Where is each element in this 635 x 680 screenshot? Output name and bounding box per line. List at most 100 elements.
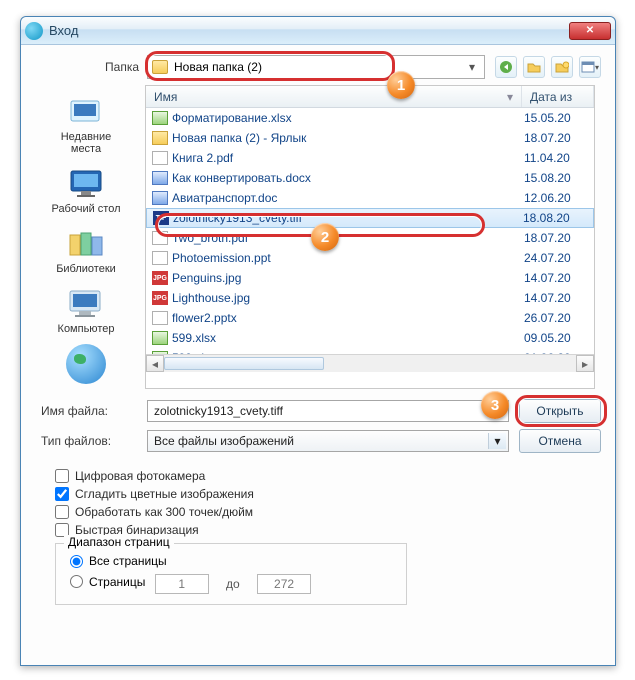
file-row[interactable]: Форматирование.xlsx15.05.20 [146, 108, 594, 128]
lnk-file-icon [152, 131, 168, 145]
file-list: Имя▾ Дата из Форматирование.xlsx15.05.20… [145, 85, 595, 389]
jpg-file-icon: JPG [152, 271, 168, 285]
tif-file-icon: TIF [153, 211, 169, 225]
close-button[interactable]: ✕ [569, 22, 611, 40]
file-name: Книга 2.pdf [172, 151, 524, 165]
scroll-left-icon[interactable]: ◂ [146, 355, 164, 372]
filter-dropdown[interactable]: Все файлы изображений ▾ [147, 430, 509, 452]
xls-file-icon [152, 351, 168, 354]
file-row[interactable]: Two_broth.pdf18.07.20 [146, 228, 594, 248]
file-row[interactable]: JPG Penguins.jpg14.07.20 [146, 268, 594, 288]
place-computer[interactable]: Компьютер [38, 283, 134, 341]
file-name: 599.xls [172, 351, 524, 354]
file-date: 15.08.20 [524, 171, 588, 185]
file-row[interactable]: 599.xls01.06.20 [146, 348, 594, 354]
column-name[interactable]: Имя▾ [146, 86, 522, 107]
view-mode-icon[interactable]: ▾ [579, 56, 601, 78]
place-network[interactable] [38, 343, 134, 389]
file-date: 11.04.20 [524, 151, 588, 165]
option-process-300dpi[interactable]: Обработать как 300 точек/дюйм [55, 505, 601, 519]
page-range-group: Диапазон страниц Все страницы Страницы д… [55, 543, 407, 605]
ppt-file-icon [152, 311, 168, 325]
file-name: Форматирование.xlsx [172, 111, 524, 125]
file-row[interactable]: Новая папка (2) - Ярлык18.07.20 [146, 128, 594, 148]
window-title: Вход [49, 23, 569, 38]
xls-file-icon [152, 111, 168, 125]
folder-icon [152, 60, 168, 74]
filename-input[interactable] [147, 400, 509, 422]
place-libraries[interactable]: Библиотеки [38, 223, 134, 281]
file-row[interactable]: 599.xlsx09.05.20 [146, 328, 594, 348]
doc-file-icon [152, 191, 168, 205]
pdf-file-icon [152, 231, 168, 245]
file-name: Новая папка (2) - Ярлык [172, 131, 524, 145]
radio-all-pages[interactable]: Все страницы [70, 554, 394, 568]
file-date: 14.07.20 [524, 291, 588, 305]
chevron-down-icon: ▾ [464, 60, 480, 74]
folder-name: Новая папка (2) [174, 60, 262, 74]
file-name: flower2.pptx [172, 311, 524, 325]
toolbar-icons: ▾ [495, 56, 601, 78]
new-folder-icon[interactable] [551, 56, 573, 78]
column-date[interactable]: Дата из [522, 86, 594, 107]
file-date: 15.05.20 [524, 111, 588, 125]
file-date: 18.08.20 [523, 211, 587, 225]
file-date: 24.07.20 [524, 251, 588, 265]
xls-file-icon [152, 331, 168, 345]
annotation-marker-2: 2 [311, 223, 339, 251]
file-name: Авиатранспорт.doc [172, 191, 524, 205]
option-smooth-color[interactable]: Сгладить цветные изображения [55, 487, 601, 501]
jpg-file-icon: JPG [152, 291, 168, 305]
radio-pages-range[interactable]: Страницы [70, 575, 145, 589]
file-date: 01.06.20 [524, 351, 588, 354]
group-title: Диапазон страниц [64, 535, 174, 549]
up-icon[interactable] [523, 56, 545, 78]
page-from-input[interactable] [155, 574, 209, 594]
scroll-right-icon[interactable]: ▸ [576, 355, 594, 372]
place-recent[interactable]: Недавние места [38, 91, 134, 161]
pdf-file-icon [152, 151, 168, 165]
back-icon[interactable] [495, 56, 517, 78]
file-row[interactable]: Книга 2.pdf11.04.20 [146, 148, 594, 168]
chevron-down-icon: ▾ [488, 433, 506, 449]
app-icon [25, 22, 43, 40]
page-to-input[interactable] [257, 574, 311, 594]
file-row[interactable]: TIF zolotnicky1913_cvety.tiff18.08.20 [146, 208, 594, 228]
open-button[interactable]: Открыть [519, 399, 601, 423]
cancel-button[interactable]: Отмена [519, 429, 601, 453]
file-name: Как конвертировать.docx [172, 171, 524, 185]
file-row[interactable]: flower2.pptx26.07.20 [146, 308, 594, 328]
file-name: Penguins.jpg [172, 271, 524, 285]
file-row[interactable]: Photoemission.ppt24.07.20 [146, 248, 594, 268]
filter-label: Тип файлов: [35, 434, 147, 448]
folder-label: Папка [35, 60, 147, 74]
doc-file-icon [152, 171, 168, 185]
annotation-marker-3: 3 [481, 391, 509, 419]
file-date: 14.07.20 [524, 271, 588, 285]
folder-dropdown[interactable]: Новая папка (2) ▾ [147, 55, 485, 79]
file-name: 599.xlsx [172, 331, 524, 345]
titlebar[interactable]: Вход ✕ [21, 17, 615, 45]
file-date: 26.07.20 [524, 311, 588, 325]
filename-label: Имя файла: [35, 404, 147, 418]
places-sidebar: Недавние места Рабочий стол Библиотеки К… [35, 85, 137, 389]
file-row[interactable]: JPG Lighthouse.jpg14.07.20 [146, 288, 594, 308]
ppt-file-icon [152, 251, 168, 265]
open-dialog-window: Вход ✕ Папка Новая папка (2) ▾ ▾ Не [20, 16, 616, 666]
horizontal-scrollbar[interactable]: ◂ ▸ [146, 354, 594, 372]
file-date: 09.05.20 [524, 331, 588, 345]
file-date: 12.06.20 [524, 191, 588, 205]
option-digital-camera[interactable]: Цифровая фотокамера [55, 469, 601, 483]
file-date: 18.07.20 [524, 231, 588, 245]
file-row[interactable]: Как конвертировать.docx15.08.20 [146, 168, 594, 188]
scroll-thumb[interactable] [164, 357, 324, 370]
file-name: Photoemission.ppt [172, 251, 524, 265]
file-date: 18.07.20 [524, 131, 588, 145]
annotation-marker-1: 1 [387, 71, 415, 99]
place-desktop[interactable]: Рабочий стол [38, 163, 134, 221]
file-name: zolotnicky1913_cvety.tiff [173, 211, 523, 225]
file-name: Two_broth.pdf [172, 231, 524, 245]
globe-icon [66, 344, 106, 384]
file-row[interactable]: Авиатранспорт.doc12.06.20 [146, 188, 594, 208]
file-name: Lighthouse.jpg [172, 291, 524, 305]
